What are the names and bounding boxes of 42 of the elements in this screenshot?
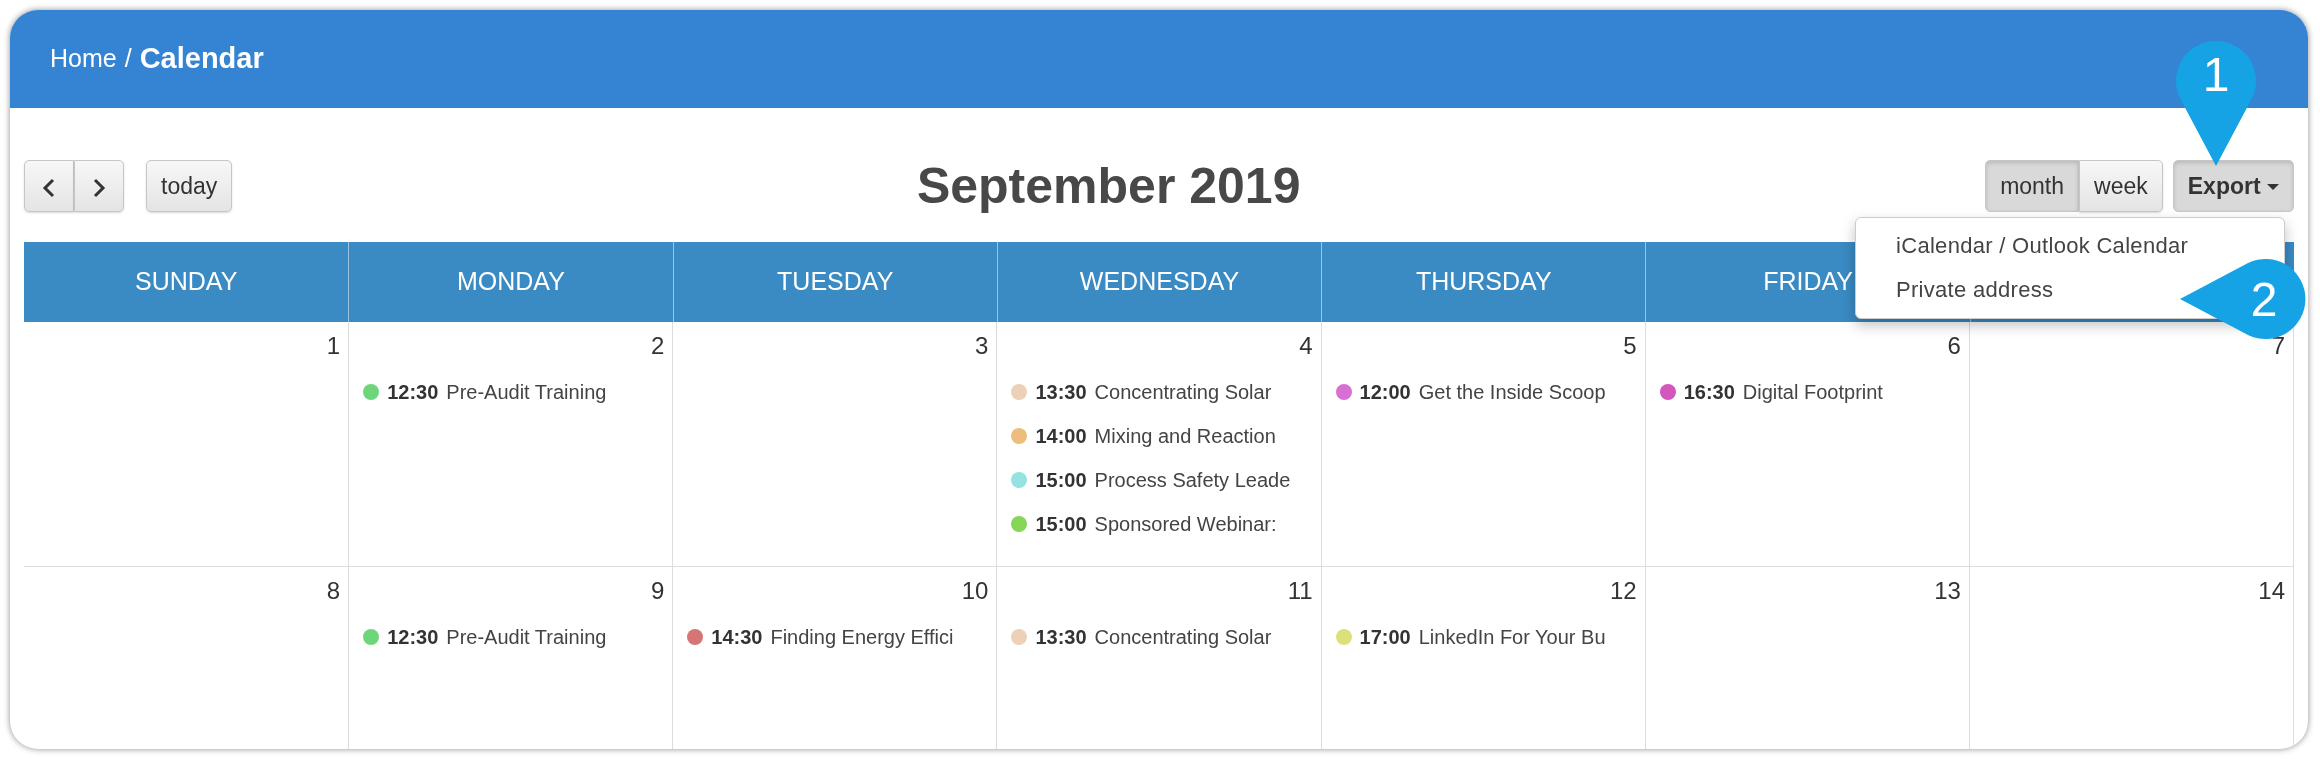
day-number: 2	[649, 331, 665, 361]
day-number: 10	[960, 576, 989, 606]
day-number: 1	[325, 331, 341, 361]
day-number: 9	[649, 576, 665, 606]
view-button[interactable]: week	[2079, 160, 2163, 212]
view-button[interactable]: month	[1985, 160, 2080, 212]
weekday-header: SUNDAY	[133, 266, 239, 298]
day-number: 12	[1609, 576, 1637, 606]
calendar-event[interactable]: 14:00 Mixing and Reaction	[1011, 420, 1313, 452]
calendar-event[interactable]: 16:30 Digital Footprint	[1659, 376, 1961, 408]
weekday-header: MONDAY	[348, 242, 673, 322]
day-number: 5	[1622, 331, 1637, 361]
chevron-right-icon	[92, 177, 106, 198]
weekday-header: THURSDAY	[1321, 242, 1646, 322]
calendar-event[interactable]: 12:00 Get the Inside Scoop	[1335, 376, 1637, 408]
next-button[interactable]	[74, 160, 124, 212]
previous-button[interactable]	[24, 160, 74, 212]
chevron-left-icon	[42, 177, 56, 198]
weekday-header: WEDNESDAY	[996, 242, 1322, 322]
calendar-event[interactable]: 15:00 Sponsored Webinar:	[1011, 508, 1313, 540]
calendar-event[interactable]: 12:30 Pre-Audit Training	[363, 376, 665, 408]
export-button[interactable]: Export	[2172, 160, 2294, 212]
calendar-event[interactable]: 17:00 LinkedIn For Your Bu	[1335, 621, 1637, 653]
day-number: 6	[1946, 331, 1961, 361]
breadcrumb-link[interactable]: Home	[50, 40, 117, 78]
breadcrumb-separator: /	[124, 43, 132, 75]
today-button[interactable]: today	[146, 160, 233, 212]
day-number: 14	[2257, 576, 2285, 606]
calendar-event[interactable]: 13:30 Concentrating Solar	[1011, 621, 1313, 653]
day-number: 8	[325, 576, 341, 606]
day-number: 3	[974, 331, 989, 361]
month-title: September 2019	[915, 157, 1302, 216]
calendar-event[interactable]: 15:00 Process Safety Leade	[1011, 464, 1313, 496]
caret-icon	[2267, 184, 2279, 192]
calendar-event[interactable]: 12:30 Pre-Audit Training	[363, 621, 665, 653]
day-number: 11	[1286, 576, 1313, 606]
weekday-header: TUESDAY	[672, 242, 997, 322]
page-title: Calendar	[139, 41, 264, 77]
day-number: 13	[1933, 576, 1961, 606]
day-number: 4	[1298, 331, 1313, 361]
calendar-event[interactable]: 14:30 Finding Energy Effici	[687, 621, 989, 653]
calendar-event[interactable]: 13:30 Concentrating Solar	[1011, 376, 1313, 408]
